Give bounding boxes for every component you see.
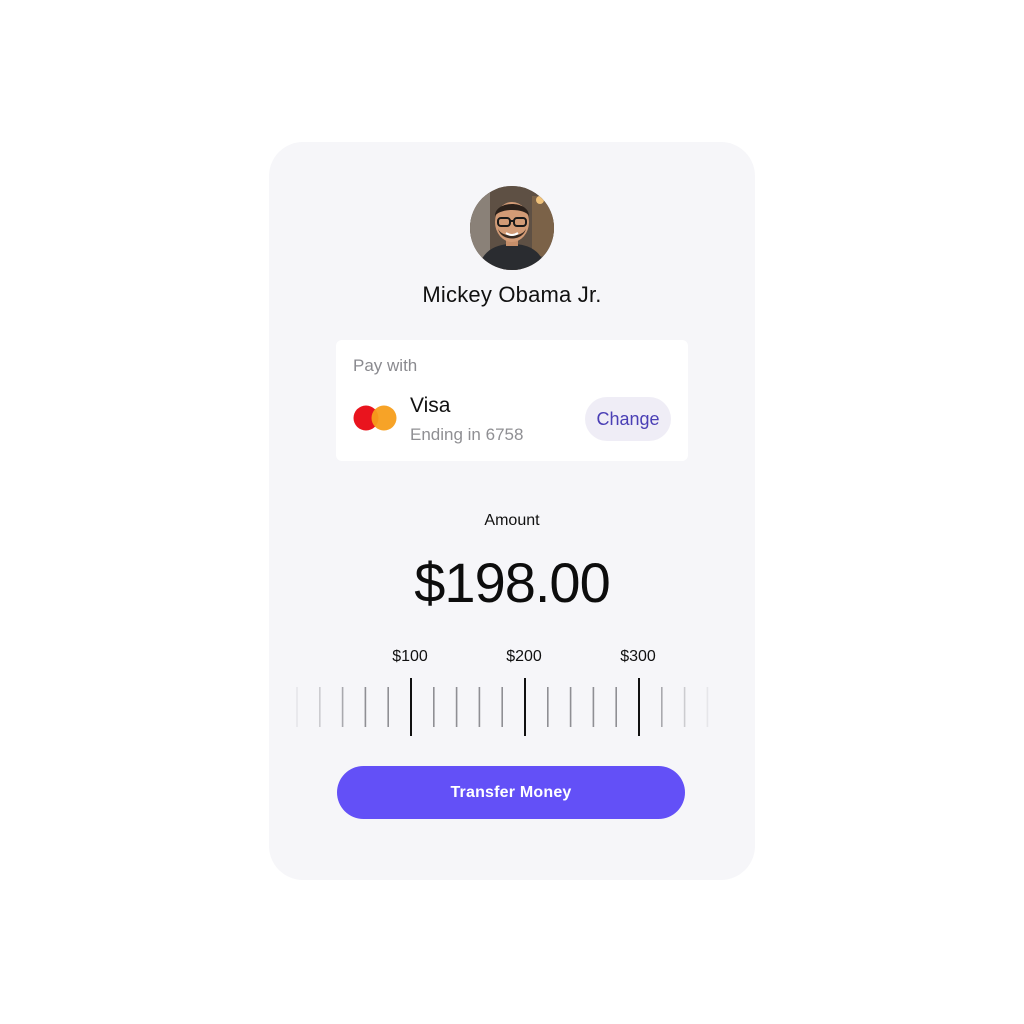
amount-slider[interactable]: $100 $200 $300 [269, 632, 755, 752]
mastercard-icon [353, 405, 397, 431]
avatar-photo [470, 186, 554, 270]
change-payment-button[interactable]: Change [585, 397, 671, 441]
recipient-name: Mickey Obama Jr. [422, 282, 602, 307]
avatar [470, 186, 554, 270]
pay-with-label: Pay with [353, 356, 418, 375]
card-brand: Visa [410, 394, 451, 417]
payment-method-card: Pay with Visa Ending in 6758 Change [336, 340, 688, 461]
transfer-money-button[interactable]: Transfer Money [337, 766, 685, 819]
slider-label-200: $200 [506, 648, 542, 665]
amount-label: Amount [484, 512, 540, 529]
amount-value: $198.00 [414, 551, 610, 614]
slider-label-300: $300 [620, 648, 656, 665]
slider-label-100: $100 [392, 648, 428, 665]
transfer-card: Mickey Obama Jr. Pay with Visa Ending in… [269, 142, 755, 880]
card-ending: Ending in 6758 [410, 425, 524, 444]
